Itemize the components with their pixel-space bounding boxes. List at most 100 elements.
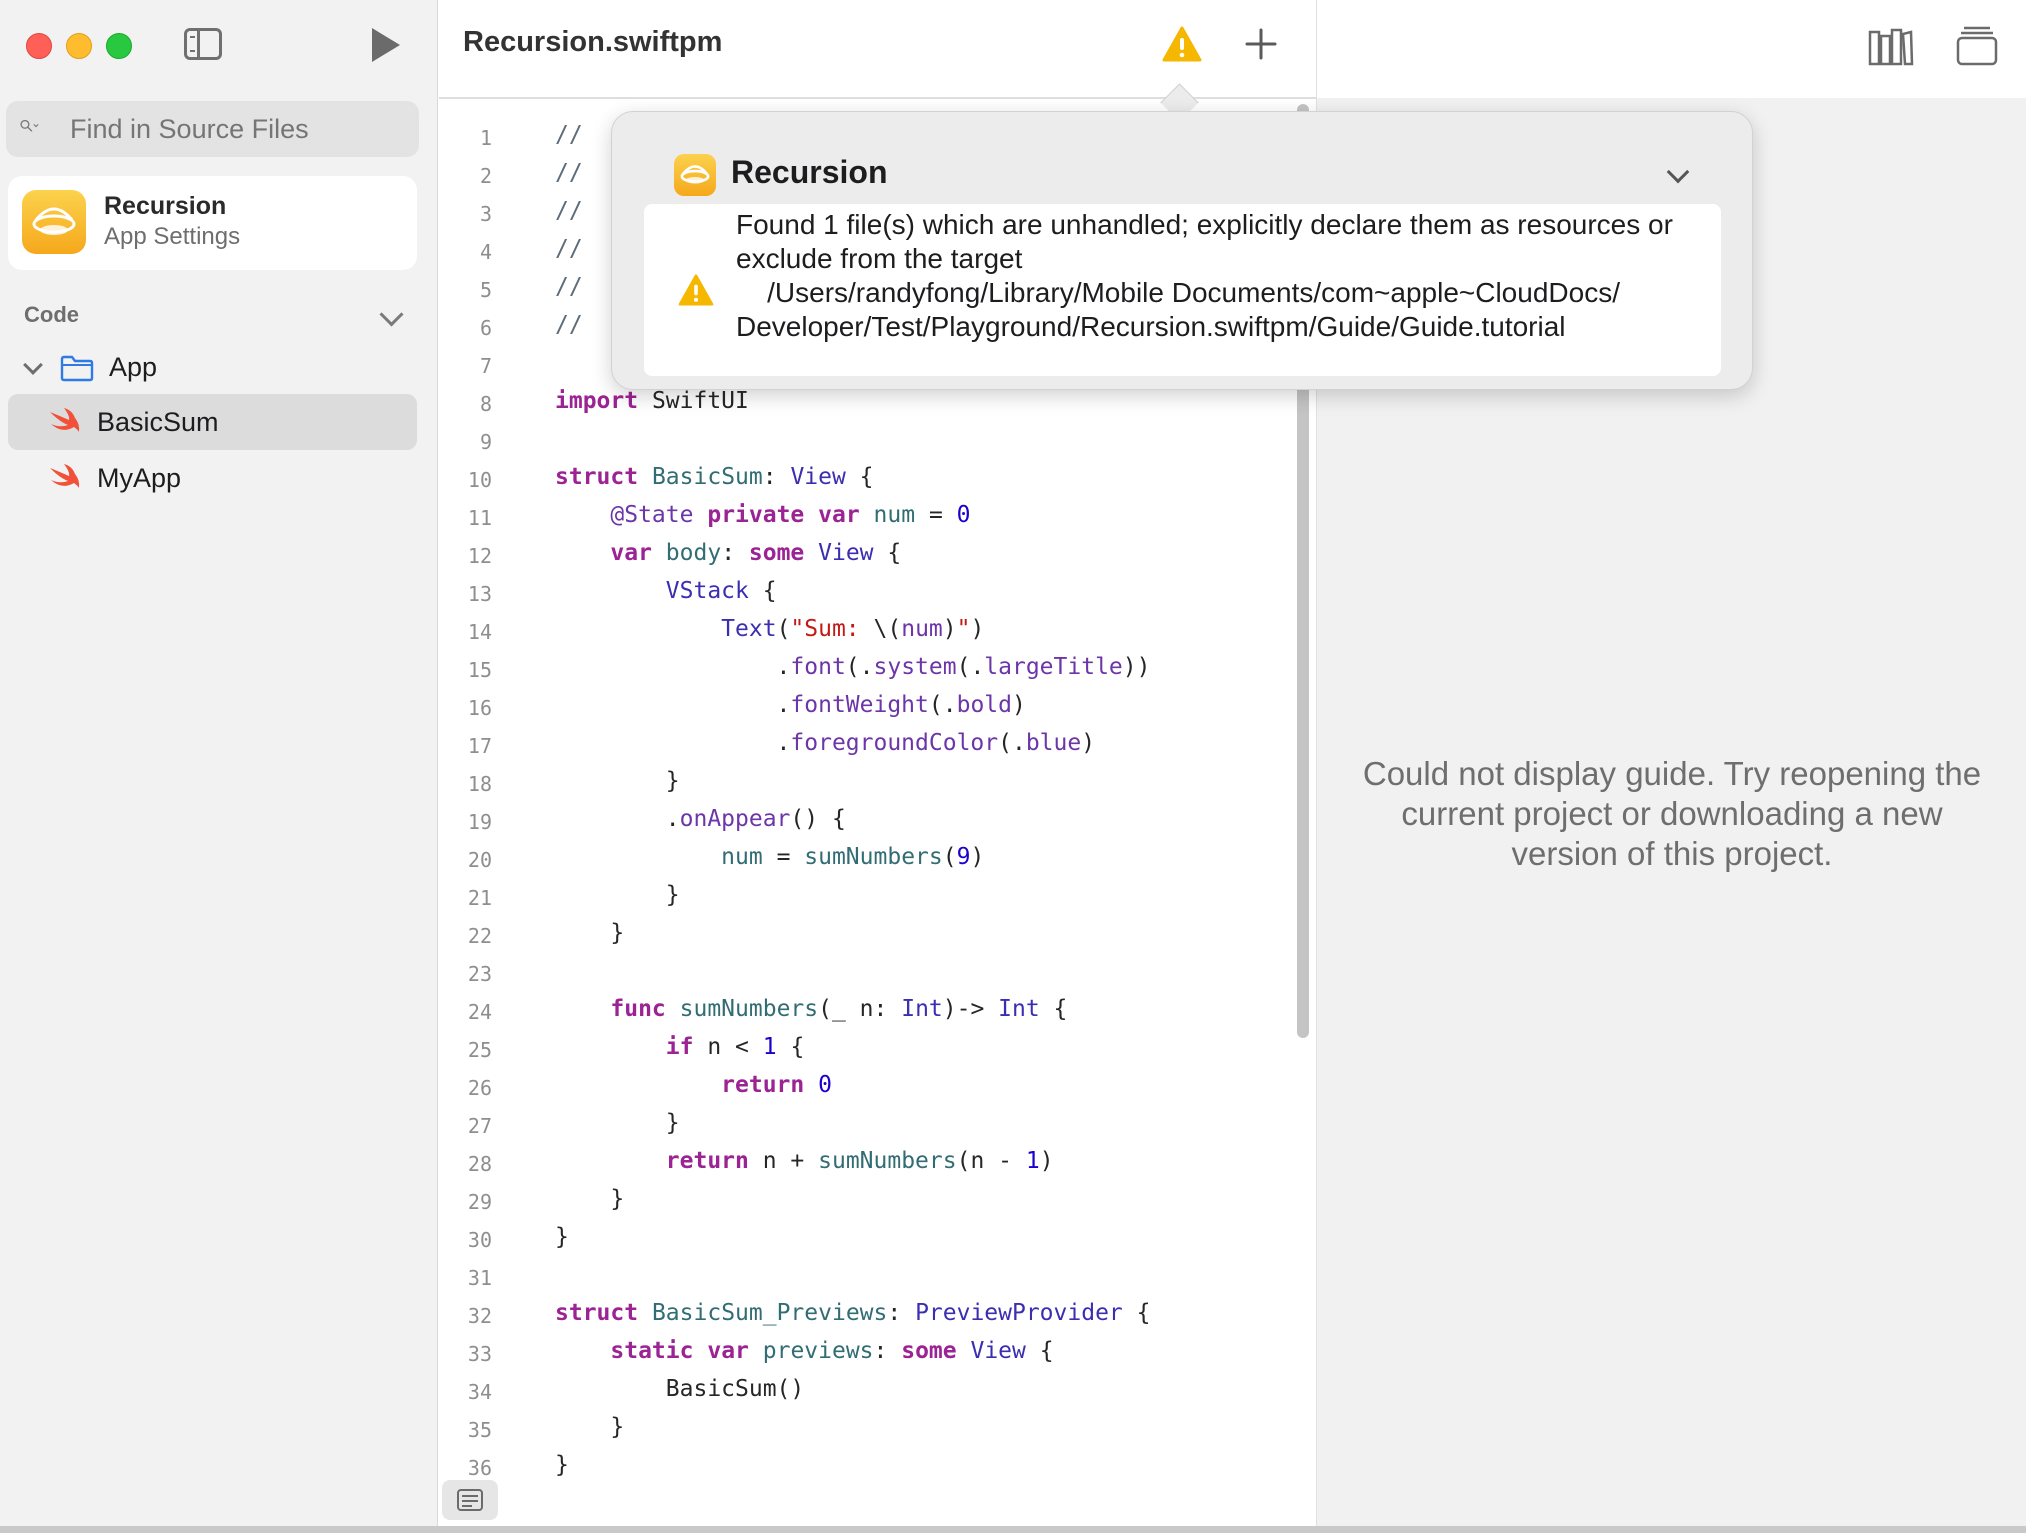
line-number: 5 <box>479 278 492 302</box>
window-icon[interactable] <box>1956 24 1998 66</box>
code-line: 18 } <box>439 764 1316 802</box>
code-text: // <box>555 198 583 224</box>
file-item-basicsum[interactable]: BasicSum <box>8 394 417 450</box>
close-window-button[interactable] <box>26 33 52 59</box>
chevron-down-icon[interactable] <box>379 302 404 327</box>
code-line: 11 @State private var num = 0 <box>439 498 1316 536</box>
line-number: 2 <box>479 164 492 188</box>
code-text: return n + sumNumbers(n - 1) <box>665 1148 1054 1174</box>
guide-error-message: Could not display guide. Try reopening t… <box>1362 755 1982 872</box>
code-line: 34 BasicSum() <box>439 1372 1316 1410</box>
line-number: 34 <box>467 1380 492 1404</box>
line-number: 36 <box>467 1456 492 1480</box>
line-number: 16 <box>467 696 492 720</box>
issue-text: Found 1 file(s) which are unhandled; exp… <box>736 209 1673 274</box>
code-line: 35 } <box>439 1410 1316 1448</box>
code-line: 9 <box>439 422 1316 460</box>
code-text: return 0 <box>721 1072 832 1098</box>
disclosure-chevron-icon[interactable] <box>23 355 43 375</box>
code-line: 15 .font(.system(.largeTitle)) <box>439 650 1316 688</box>
popover-title: Recursion <box>731 154 888 190</box>
code-text: func sumNumbers(_ n: Int)-> Int { <box>610 996 1068 1022</box>
chevron-down-icon[interactable] <box>1666 160 1690 184</box>
app-icon <box>674 154 716 196</box>
line-number: 19 <box>467 810 492 834</box>
code-line: 16 .fontWeight(.bold) <box>439 688 1316 726</box>
swift-file-icon <box>50 464 80 488</box>
line-number: 23 <box>467 962 492 986</box>
search-input[interactable] <box>68 113 402 146</box>
minimize-window-button[interactable] <box>66 33 92 59</box>
code-text: struct BasicSum_Previews: PreviewProvide… <box>555 1300 1151 1326</box>
code-line: 36} <box>439 1448 1316 1486</box>
code-text: num = sumNumbers(9) <box>721 844 985 870</box>
plus-icon[interactable] <box>1243 26 1279 62</box>
app-settings-item[interactable]: Recursion App Settings <box>8 176 417 270</box>
code-text: } <box>555 768 680 794</box>
line-number: 6 <box>479 316 492 340</box>
document-icon <box>457 1489 483 1511</box>
code-line: 29 } <box>439 1182 1316 1220</box>
code-line: 25 if n < 1 { <box>439 1030 1316 1068</box>
warning-icon[interactable] <box>1162 26 1202 62</box>
sidebar: Recursion App Settings Code App BasicSum… <box>0 0 438 1533</box>
code-line: 28 return n + sumNumbers(n - 1) <box>439 1144 1316 1182</box>
code-text: // <box>555 312 583 338</box>
project-title: Recursion.swiftpm <box>463 26 723 58</box>
code-line: 14 Text("Sum: \(num)") <box>439 612 1316 650</box>
line-number: 10 <box>467 468 492 492</box>
search-field[interactable] <box>6 101 419 157</box>
code-line: 12 var body: some View { <box>439 536 1316 574</box>
line-number: 7 <box>479 354 492 378</box>
run-icon[interactable] <box>372 28 400 62</box>
file-name: MyApp <box>97 463 182 493</box>
issue-row[interactable]: Found 1 file(s) which are unhandled; exp… <box>644 204 1721 376</box>
code-line: 10 struct BasicSum: View { <box>439 460 1316 498</box>
line-number: 18 <box>467 772 492 796</box>
app-icon <box>22 190 86 254</box>
line-number: 32 <box>467 1304 492 1328</box>
code-line: 32 struct BasicSum_Previews: PreviewProvi… <box>439 1296 1316 1334</box>
line-number: 30 <box>467 1228 492 1252</box>
code-text: } <box>555 1452 569 1478</box>
library-icon[interactable] <box>1868 26 1914 66</box>
line-number: 26 <box>467 1076 492 1100</box>
zoom-window-button[interactable] <box>106 33 132 59</box>
editor-options-button[interactable] <box>442 1480 498 1520</box>
code-text: VStack { <box>665 578 777 604</box>
folder-label[interactable]: App <box>109 352 157 383</box>
issue-path-line-1: /Users/randyfong/Library/Mobile Document… <box>736 277 1620 308</box>
code-line: 27 } <box>439 1106 1316 1144</box>
code-line: 21 } <box>439 878 1316 916</box>
code-text: // <box>555 122 583 148</box>
issue-message: Found 1 file(s) which are unhandled; exp… <box>736 208 1716 344</box>
line-number: 28 <box>467 1152 492 1176</box>
code-section-header: Code <box>24 302 79 327</box>
code-text: static var previews: some View { <box>610 1338 1054 1364</box>
code-line: 20 num = sumNumbers(9) <box>439 840 1316 878</box>
code-text: // <box>555 274 583 300</box>
issue-popover: Recursion Found 1 file(s) which are unha… <box>611 111 1753 390</box>
file-item-myapp[interactable]: MyApp <box>8 450 417 506</box>
code-text: .font(.system(.largeTitle)) <box>555 654 1151 680</box>
line-number: 14 <box>467 620 492 644</box>
line-number: 1 <box>479 126 492 150</box>
line-number: 24 <box>467 1000 492 1024</box>
code-line: 31 <box>439 1258 1316 1296</box>
line-number: 21 <box>467 886 492 910</box>
code-line: 23 <box>439 954 1316 992</box>
code-text: struct BasicSum: View { <box>555 464 874 490</box>
line-number: 29 <box>467 1190 492 1214</box>
code-text: // <box>555 236 583 262</box>
issue-path-line-2: Developer/Test/Playground/Recursion.swif… <box>736 311 1566 342</box>
folder-icon <box>60 355 94 382</box>
warning-icon <box>678 274 714 306</box>
sidebar-toggle-icon[interactable] <box>184 28 222 60</box>
code-text: } <box>555 1186 625 1212</box>
code-line: 19 .onAppear() { <box>439 802 1316 840</box>
code-text: .onAppear() { <box>555 806 846 832</box>
code-text: } <box>555 882 680 908</box>
code-text: if n < 1 { <box>665 1034 805 1060</box>
line-number: 4 <box>479 240 492 264</box>
bottom-tab-strip <box>0 1526 2026 1533</box>
